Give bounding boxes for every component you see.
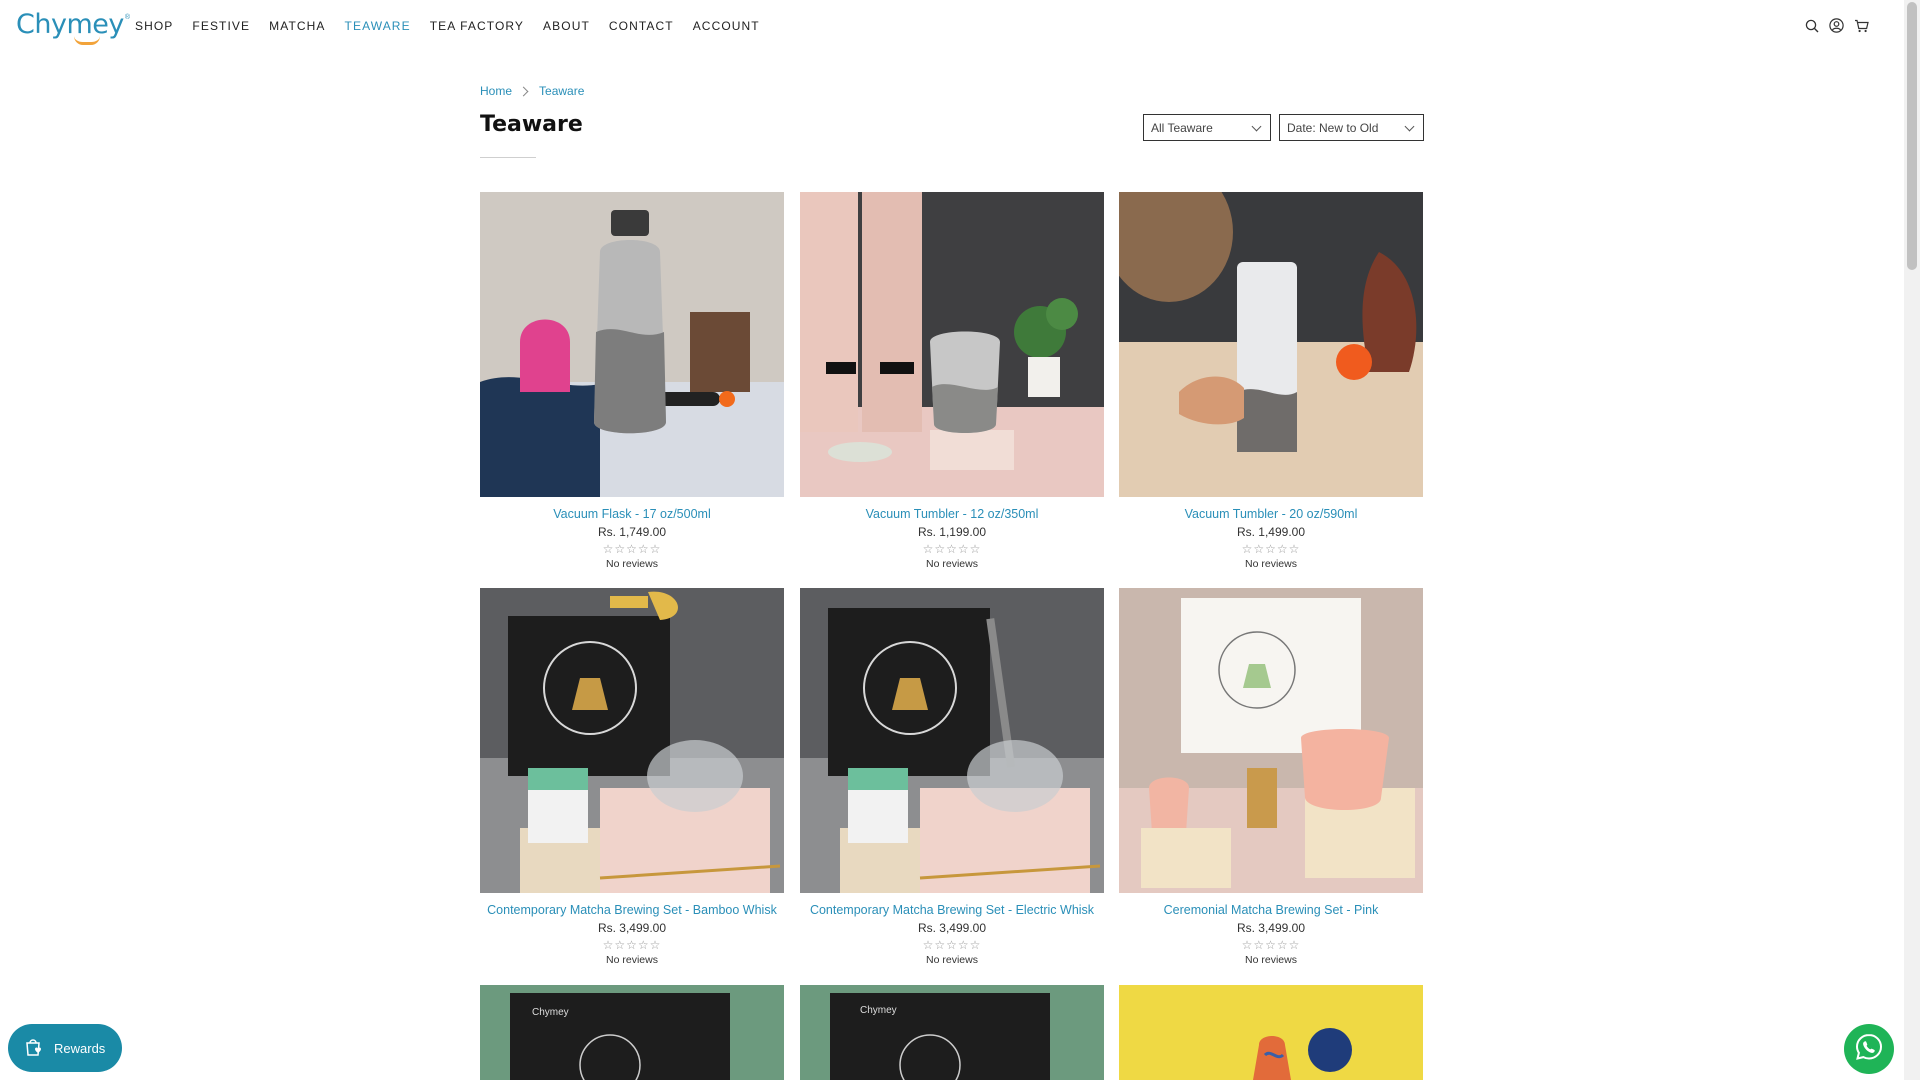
nav-item-teaware[interactable]: TEAWARE [345, 19, 411, 33]
product-card[interactable]: Contemporary Matcha Brewing Set - Bamboo… [480, 588, 784, 966]
logo-text: Chymey [16, 9, 124, 40]
cart-icon[interactable] [1853, 17, 1870, 34]
nav-item-festive[interactable]: FESTIVE [192, 19, 250, 33]
product-card[interactable]: Ceremonial Matcha Brewing Set - Pink Rs.… [1119, 588, 1423, 966]
nav-item-matcha[interactable]: MATCHA [269, 19, 325, 33]
product-name[interactable]: Vacuum Flask - 17 oz/500ml [480, 507, 784, 521]
shopping-bag-heart-icon [24, 1037, 44, 1060]
product-price: Rs. 1,499.00 [1236, 525, 1306, 539]
product-price: Rs. 1,749.00 [597, 525, 667, 539]
box-brand-text: Chymey [532, 1007, 569, 1018]
search-icon[interactable] [1803, 17, 1820, 34]
product-card[interactable]: Vacuum Tumbler - 20 oz/590ml Rs. 1,499.0… [1119, 192, 1423, 570]
nav-item-account[interactable]: ACCOUNT [693, 19, 760, 33]
rating-stars-icon: ☆☆☆☆☆ [922, 938, 982, 952]
nav-item-shop[interactable]: SHOP [135, 19, 173, 33]
rewards-label: Rewards [54, 1040, 106, 1056]
category-filter-value: All Teaware [1151, 120, 1213, 135]
product-price: Rs. 3,499.00 [1236, 921, 1306, 935]
product-name[interactable]: Vacuum Tumbler - 12 oz/350ml [800, 507, 1104, 521]
scrollbar-thumb[interactable] [1907, 2, 1917, 270]
product-card[interactable] [1119, 985, 1423, 1080]
product-price: Rs. 3,499.00 [917, 921, 987, 935]
product-image[interactable] [800, 192, 1104, 497]
whatsapp-chat-button[interactable] [1844, 1024, 1894, 1074]
product-price: Rs. 3,499.00 [597, 921, 667, 935]
category-filter-select[interactable]: All Teaware [1143, 114, 1271, 141]
product-price: Rs. 1,199.00 [917, 525, 987, 539]
sort-value: Date: New to Old [1287, 120, 1379, 135]
nav-item-contact[interactable]: CONTACT [609, 19, 674, 33]
product-image[interactable] [1119, 588, 1423, 893]
rating-stars-icon: ☆☆☆☆☆ [1241, 938, 1301, 952]
page-title: Teaware [480, 112, 583, 137]
logo-registered-mark: ® [124, 14, 131, 21]
product-card[interactable]: Chymey [800, 985, 1104, 1080]
whatsapp-icon [1854, 1032, 1884, 1067]
rewards-button[interactable]: Rewards [8, 1024, 122, 1072]
product-name[interactable]: Contemporary Matcha Brewing Set - Bamboo… [480, 903, 784, 917]
product-name[interactable]: Vacuum Tumbler - 20 oz/590ml [1119, 507, 1423, 521]
product-name[interactable]: Contemporary Matcha Brewing Set - Electr… [800, 903, 1104, 917]
site-header: Chymey ® SHOP FESTIVE MATCHA TEAWARE TEA… [0, 0, 1900, 52]
product-image[interactable] [800, 588, 1104, 893]
rating-stars-icon: ☆☆☆☆☆ [1241, 542, 1301, 556]
review-count: No reviews [606, 954, 658, 966]
breadcrumb-home[interactable]: Home [480, 84, 512, 98]
product-image[interactable]: Chymey [800, 985, 1104, 1080]
review-count: No reviews [926, 558, 978, 570]
nav-item-about[interactable]: ABOUT [543, 19, 590, 33]
nav-item-tea-factory[interactable]: TEA FACTORY [430, 19, 524, 33]
logo-smile-icon [74, 36, 100, 45]
header-actions [1803, 17, 1870, 34]
rating-stars-icon: ☆☆☆☆☆ [602, 938, 662, 952]
product-name[interactable]: Ceremonial Matcha Brewing Set - Pink [1119, 903, 1423, 917]
title-divider [480, 157, 536, 158]
product-image[interactable]: Chymey [480, 985, 784, 1080]
sort-select[interactable]: Date: New to Old [1279, 114, 1424, 141]
page-scrollbar[interactable] [1904, 0, 1920, 1080]
product-card[interactable]: Vacuum Flask - 17 oz/500ml Rs. 1,749.00 … [480, 192, 784, 570]
review-count: No reviews [606, 558, 658, 570]
rating-stars-icon: ☆☆☆☆☆ [602, 542, 662, 556]
product-card[interactable]: Chymey [480, 985, 784, 1080]
main-nav: SHOP FESTIVE MATCHA TEAWARE TEA FACTORY … [135, 0, 779, 52]
product-card[interactable]: Contemporary Matcha Brewing Set - Electr… [800, 588, 1104, 966]
rating-stars-icon: ☆☆☆☆☆ [922, 542, 982, 556]
product-image[interactable] [480, 588, 784, 893]
review-count: No reviews [1245, 954, 1297, 966]
product-image[interactable] [1119, 985, 1423, 1080]
breadcrumb-current[interactable]: Teaware [539, 84, 584, 98]
review-count: No reviews [1245, 558, 1297, 570]
account-icon[interactable] [1828, 17, 1845, 34]
brand-logo[interactable]: Chymey ® [16, 8, 131, 45]
breadcrumb: Home Teaware [480, 84, 584, 98]
chevron-down-icon [1251, 121, 1262, 132]
review-count: No reviews [926, 954, 978, 966]
box-brand-text: Chymey [860, 1005, 897, 1016]
chevron-down-icon [1404, 121, 1415, 132]
product-image[interactable] [1119, 192, 1423, 497]
product-image[interactable] [480, 192, 784, 497]
product-card[interactable]: Vacuum Tumbler - 12 oz/350ml Rs. 1,199.0… [800, 192, 1104, 570]
chevron-right-icon [518, 86, 529, 96]
